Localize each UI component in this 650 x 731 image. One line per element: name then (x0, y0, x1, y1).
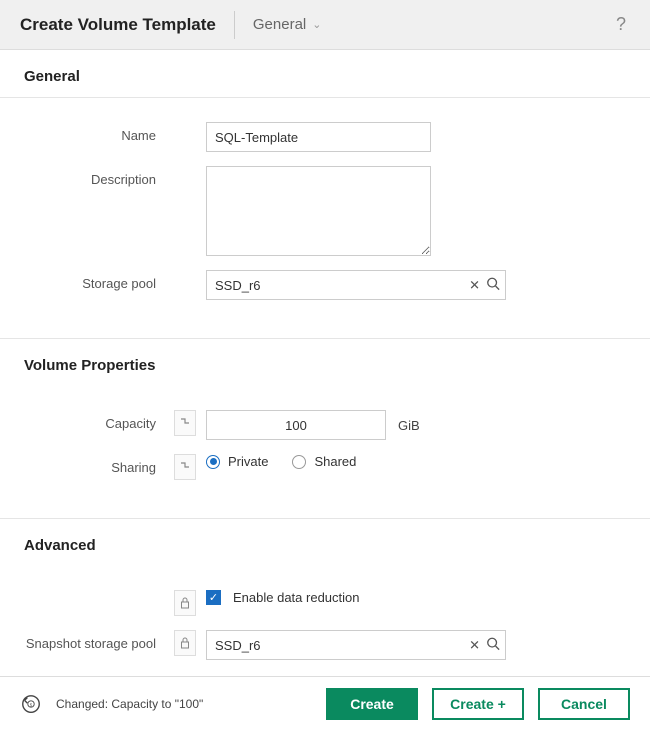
form-scroll-area[interactable]: General Name Description Storage pool (0, 50, 650, 676)
label-capacity: Capacity (24, 410, 174, 431)
footer-status: Changed: Capacity to "100" (56, 697, 203, 711)
search-icon[interactable] (486, 637, 500, 654)
radio-icon (292, 455, 306, 469)
section-title-general: General (0, 50, 650, 98)
cancel-button[interactable]: Cancel (538, 688, 630, 720)
row-snapshot-pool: Snapshot storage pool ✕ (24, 630, 626, 660)
description-input[interactable] (206, 166, 431, 256)
dialog-header: Create Volume Template General ⌄ ? (0, 0, 650, 50)
radio-private[interactable]: Private (206, 454, 268, 469)
lock-icon[interactable] (174, 590, 196, 616)
create-plus-button[interactable]: Create + (432, 688, 524, 720)
label-description: Description (24, 166, 174, 187)
section-title-advanced: Advanced (0, 519, 650, 566)
snapshot-pool-input[interactable] (206, 630, 506, 660)
inherit-icon[interactable] (174, 454, 196, 480)
row-sharing: Sharing Private Shared (24, 454, 626, 480)
label-storage-pool: Storage pool (24, 270, 174, 291)
radio-shared[interactable]: Shared (292, 454, 356, 469)
row-description: Description (24, 166, 626, 256)
header-divider (234, 11, 235, 39)
footer: 5 Changed: Capacity to "100" Create Crea… (0, 676, 650, 731)
section-advanced: ✓ Enable data reduction Snapshot storage… (0, 566, 650, 676)
inherit-icon[interactable] (174, 410, 196, 436)
capacity-input[interactable] (206, 410, 386, 440)
label-snapshot-pool: Snapshot storage pool (24, 630, 174, 651)
label-data-reduction: Enable data reduction (233, 590, 359, 605)
header-tab-general[interactable]: General ⌄ (253, 16, 322, 33)
label-empty (24, 590, 174, 596)
checkbox-data-reduction[interactable]: ✓ (206, 590, 221, 605)
name-input[interactable] (206, 122, 431, 152)
header-tab-label: General (253, 16, 306, 33)
radio-icon (206, 455, 220, 469)
row-capacity: Capacity GiB (24, 410, 626, 440)
storage-pool-input[interactable] (206, 270, 506, 300)
capacity-unit: GiB (398, 418, 420, 433)
section-volume-properties: Capacity GiB Sharing Private (0, 386, 650, 519)
dialog-title: Create Volume Template (20, 15, 216, 35)
section-general: Name Description Storage pool ✕ (0, 98, 650, 339)
section-title-volume-properties: Volume Properties (0, 339, 650, 386)
label-name: Name (24, 122, 174, 143)
lock-icon[interactable] (174, 630, 196, 656)
clear-icon[interactable]: ✕ (469, 277, 480, 293)
help-icon[interactable]: ? (616, 14, 630, 35)
history-icon[interactable]: 5 (20, 693, 42, 715)
row-name: Name (24, 122, 626, 152)
search-icon[interactable] (486, 277, 500, 294)
label-sharing: Sharing (24, 454, 174, 475)
row-data-reduction: ✓ Enable data reduction (24, 590, 626, 616)
radio-private-label: Private (228, 454, 268, 469)
clear-icon[interactable]: ✕ (469, 637, 480, 653)
chevron-down-icon: ⌄ (312, 18, 321, 31)
create-button[interactable]: Create (326, 688, 418, 720)
radio-shared-label: Shared (314, 454, 356, 469)
row-storage-pool: Storage pool ✕ (24, 270, 626, 300)
